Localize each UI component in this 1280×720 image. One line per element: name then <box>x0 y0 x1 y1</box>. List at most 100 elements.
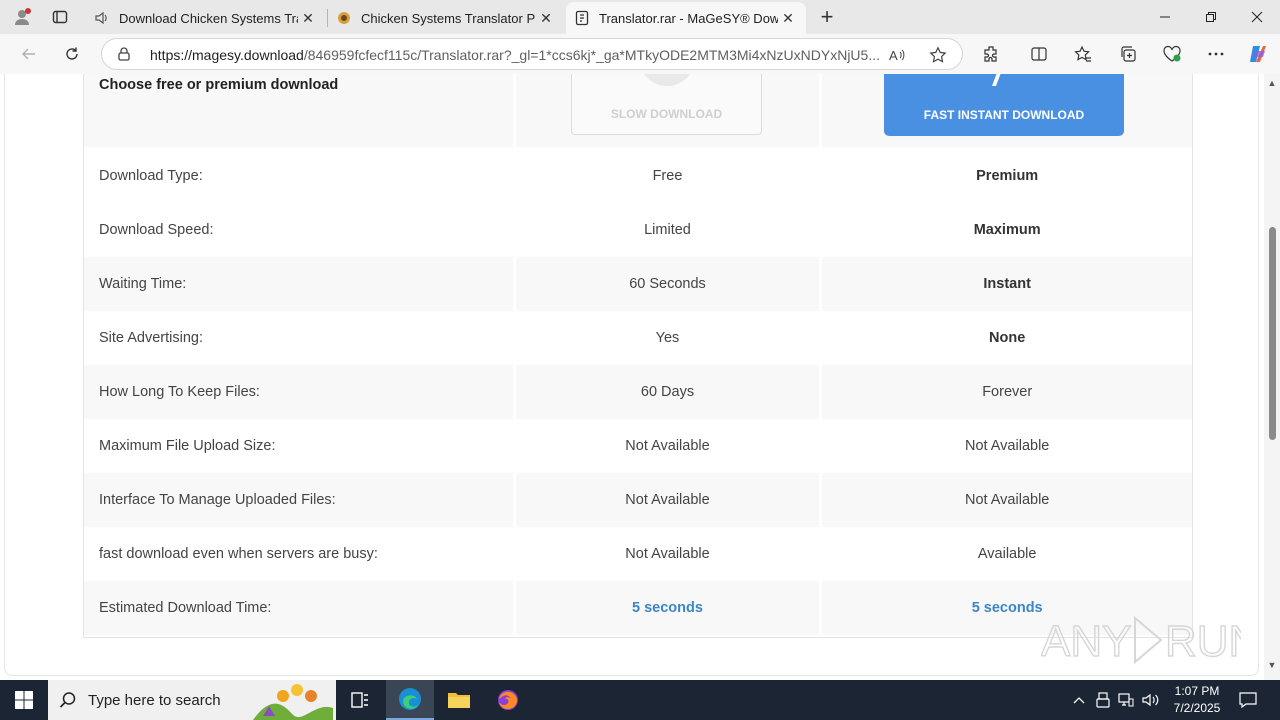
anyrun-watermark-logo: ANY RUN <box>1041 615 1241 667</box>
extensions-icon[interactable] <box>979 43 1003 65</box>
header-title: Choose free or premium download <box>99 77 339 93</box>
tab-title: Chicken Systems Translator Pro v2 <box>361 10 536 26</box>
tab-translator-rar-active[interactable]: Translator.rar - MaGeSY® Downlo ✕ <box>566 2 806 34</box>
split-screen-icon[interactable] <box>1027 43 1051 65</box>
start-button[interactable] <box>0 680 48 720</box>
firefox-icon <box>498 690 518 710</box>
new-tab-button[interactable]: + <box>814 4 840 29</box>
search-highlight-flowers-icon <box>253 684 333 720</box>
page-viewport: Choose free or premium download SLOW DOW… <box>0 74 1280 680</box>
usb-device-icon[interactable] <box>1092 680 1114 720</box>
copilot-icon[interactable] <box>1246 43 1270 65</box>
svg-text:ANY: ANY <box>1041 617 1131 666</box>
collections-icon[interactable] <box>1116 43 1140 65</box>
windows-logo-icon <box>15 691 33 709</box>
free-value: Free <box>652 168 683 184</box>
premium-value: Not Available <box>964 438 1050 454</box>
favorites-icon[interactable] <box>1071 43 1095 65</box>
url-path: /846959fcfecf115c/Translator.rar?_gl=1*c… <box>303 47 880 63</box>
premium-value: None <box>989 330 1026 346</box>
table-row: Estimated Download Time: 5 seconds 5 sec… <box>84 581 1192 635</box>
read-aloud-icon[interactable]: A <box>888 45 908 65</box>
profile-icon[interactable] <box>8 5 36 29</box>
browser-essentials-icon[interactable] <box>1160 43 1184 65</box>
site-favicon-icon <box>336 10 352 26</box>
more-options-icon[interactable] <box>1204 43 1228 65</box>
task-view-button[interactable] <box>336 680 384 720</box>
free-value: Not Available <box>625 438 710 454</box>
table-row: Waiting Time: 60 Seconds Instant <box>84 257 1192 311</box>
row-label: Estimated Download Time: <box>84 581 513 635</box>
page-scrollbar[interactable]: ▲ ▼ <box>1264 74 1280 680</box>
close-window-button[interactable] <box>1234 0 1280 34</box>
taskbar-edge-app[interactable] <box>386 680 434 720</box>
taskbar-firefox[interactable] <box>484 680 532 720</box>
table-row: fast download even when servers are busy… <box>84 527 1192 581</box>
folder-icon <box>448 693 470 708</box>
row-label: How Long To Keep Files: <box>84 365 513 419</box>
premium-value: Premium <box>976 168 1039 184</box>
audio-icon <box>94 10 110 26</box>
table-header-row: Choose free or premium download SLOW DOW… <box>84 74 1192 147</box>
lightning-icon <box>992 74 1001 86</box>
address-bar[interactable]: https://magesy.download/846959fcfecf115c… <box>101 38 963 70</box>
table-row: Download Type: Free Premium <box>84 149 1192 203</box>
premium-value: Not Available <box>822 473 1192 527</box>
scroll-up-arrow-icon[interactable]: ▲ <box>1267 78 1277 88</box>
free-value: 60 Seconds <box>515 257 820 311</box>
tab-chicken-systems-translator-pro[interactable]: Chicken Systems Translator Pro v2 ✕ <box>328 2 564 34</box>
scroll-down-arrow-icon[interactable]: ▼ <box>1267 660 1277 670</box>
tab-download-chicken-systems[interactable]: Download Chicken Systems Trans ✕ <box>86 2 326 34</box>
lock-icon[interactable] <box>116 46 132 62</box>
browser-toolbar: https://magesy.download/846959fcfecf115c… <box>0 34 1280 74</box>
table-row: How Long To Keep Files: 60 Days Forever <box>84 365 1192 419</box>
free-estimated-time: 5 seconds <box>515 581 820 635</box>
table-row: Download Speed: Limited Maximum <box>84 203 1192 257</box>
tab-title: Translator.rar - MaGeSY® Downlo <box>599 10 778 26</box>
scroll-thumb[interactable] <box>1269 227 1276 440</box>
taskbar-clock[interactable]: 1:07 PM 7/2/2025 <box>1162 683 1232 717</box>
row-label: Maximum File Upload Size: <box>99 438 276 454</box>
notifications-icon[interactable] <box>1234 680 1262 720</box>
document-icon <box>574 10 590 26</box>
edge-browser-icon <box>399 688 421 710</box>
download-comparison-table: Choose free or premium download SLOW DOW… <box>83 74 1193 638</box>
fast-instant-download-button[interactable]: FAST INSTANT DOWNLOAD <box>884 74 1124 136</box>
back-button[interactable] <box>14 40 44 68</box>
table-row: Interface To Manage Uploaded Files: Not … <box>84 473 1192 527</box>
clock-date: 7/2/2025 <box>1173 701 1221 715</box>
close-icon[interactable]: ✕ <box>536 8 556 28</box>
row-label: Download Type: <box>99 168 203 184</box>
tab-actions-icon[interactable] <box>46 5 74 29</box>
favorite-star-icon[interactable] <box>928 45 948 65</box>
fast-download-label: FAST INSTANT DOWNLOAD <box>923 108 1085 122</box>
volume-icon[interactable] <box>1140 680 1162 720</box>
clock-time: 1:07 PM <box>1174 684 1220 698</box>
free-value: Limited <box>644 222 691 238</box>
search-placeholder: Type here to search <box>88 691 221 709</box>
row-label: Site Advertising: <box>99 330 203 346</box>
tab-title: Download Chicken Systems Trans <box>119 10 298 26</box>
network-icon[interactable] <box>1115 680 1137 720</box>
restore-button[interactable] <box>1188 0 1234 34</box>
url-text[interactable]: https://magesy.download/846959fcfecf115c… <box>150 47 880 63</box>
row-label: Download Speed: <box>99 222 214 238</box>
show-hidden-icons-chevron-icon[interactable] <box>1068 680 1090 720</box>
free-value: Not Available <box>515 473 820 527</box>
close-icon[interactable]: ✕ <box>298 8 318 28</box>
taskbar-search-box[interactable]: Type here to search <box>48 680 336 720</box>
free-value: 60 Days <box>515 365 820 419</box>
slow-download-button[interactable]: SLOW DOWNLOAD <box>571 74 762 135</box>
refresh-button[interactable] <box>57 40 87 68</box>
close-icon[interactable]: ✕ <box>778 8 798 28</box>
premium-value: Instant <box>822 257 1192 311</box>
svg-text:A: A <box>889 48 898 63</box>
url-host: https://magesy.download <box>150 47 304 63</box>
minimize-button[interactable] <box>1142 0 1188 34</box>
taskbar-file-explorer[interactable] <box>435 680 483 720</box>
windows-taskbar: Type here to search 1:07 PM 7/2/2025 <box>0 680 1280 720</box>
row-label: Interface To Manage Uploaded Files: <box>84 473 513 527</box>
table-row: Site Advertising: Yes None <box>84 311 1192 365</box>
slow-download-icon <box>639 74 695 86</box>
browser-tab-strip: Download Chicken Systems Trans ✕ Chicken… <box>0 0 1280 34</box>
